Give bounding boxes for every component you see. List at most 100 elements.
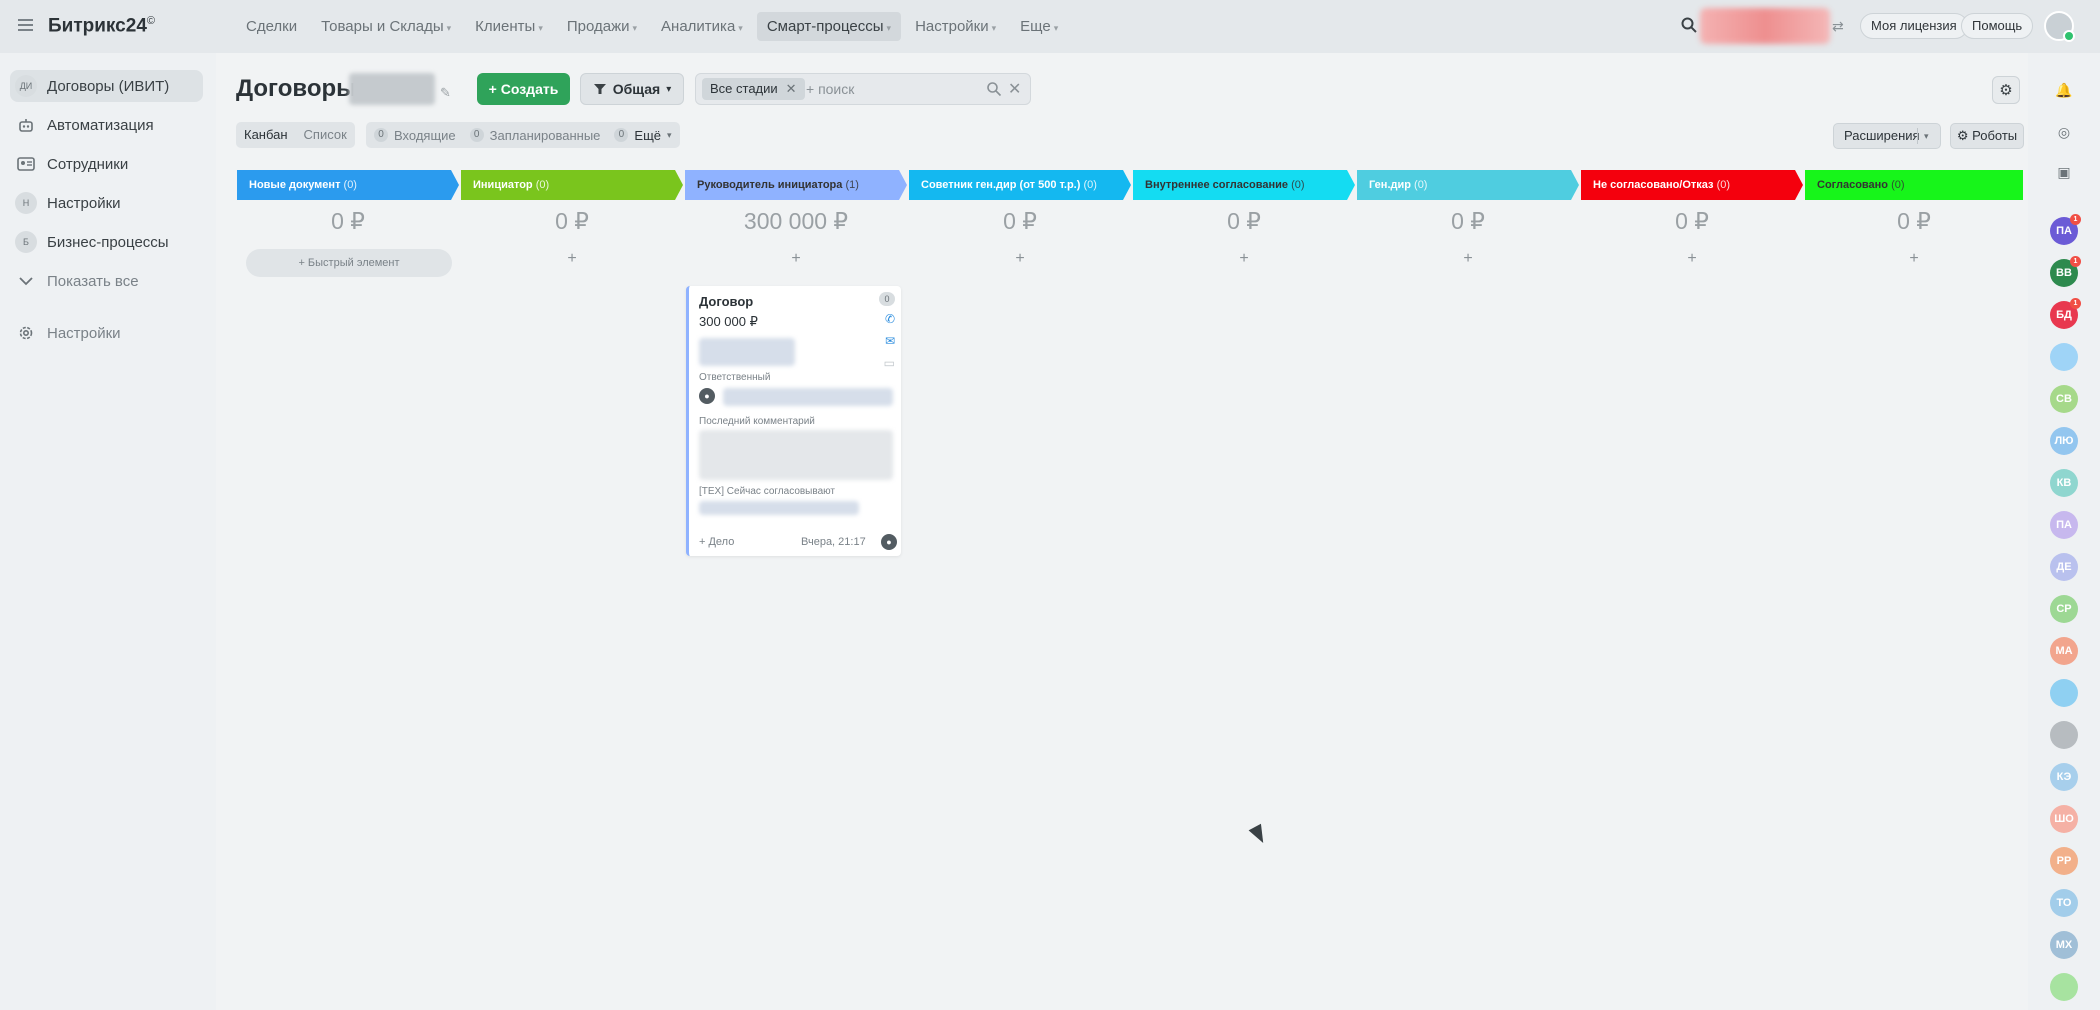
copilot-icon[interactable]: ◎ (2051, 119, 2077, 145)
contact-avatar[interactable] (2050, 973, 2078, 1001)
contact-avatar[interactable]: ПА (2050, 511, 2078, 539)
help-button[interactable]: Помощь (1961, 13, 2034, 39)
chat-icon[interactable]: ▭ (884, 356, 895, 370)
gear-icon[interactable]: ⚙ (1992, 76, 2020, 104)
topnav-clients[interactable]: Клиенты ▾ (465, 12, 553, 41)
mail-icon[interactable]: ✉ (885, 334, 895, 348)
sidebar-item-settings-n[interactable]: Н Настройки (10, 187, 203, 219)
search-filter-box[interactable]: Все стадии ✕ + поиск ✕ (695, 73, 1031, 105)
stage-header-internal[interactable]: Внутреннее согласование (0) (1133, 170, 1355, 200)
pin-icon[interactable]: ✎ (440, 85, 451, 101)
stage-header-new[interactable]: Новые документ (0) (237, 170, 459, 200)
add-item-button[interactable]: + (1581, 250, 1803, 268)
stage-header-rejected[interactable]: Не согласовано/Отказ (0) (1581, 170, 1803, 200)
tab-list[interactable]: Список (296, 122, 355, 148)
stage-header-advisor[interactable]: Советник ген.дир (от 500 т.р.) (0) (909, 170, 1131, 200)
activity-counters: 0 Входящие 0 Запланированные 0 Ещё ▾ (366, 122, 680, 148)
contact-avatar[interactable]: МХ (2050, 931, 2078, 959)
topnav-goods[interactable]: Товары и Склады ▾ (311, 12, 461, 41)
menu-icon[interactable] (18, 19, 33, 31)
my-license-button[interactable]: Моя лицензия (1860, 13, 1968, 39)
search-icon[interactable] (986, 81, 1002, 97)
robot-icon (15, 114, 37, 136)
add-item-button[interactable]: + (1805, 250, 2023, 268)
topnav-analytics[interactable]: Аналитика ▾ (651, 12, 753, 41)
contact-avatar[interactable] (2050, 721, 2078, 749)
topnav-smart-processes[interactable]: Смарт-процессы ▾ (756, 12, 902, 41)
view-switcher: Канбан Список (236, 122, 355, 148)
close-icon[interactable]: ✕ (786, 81, 797, 96)
contact-avatar[interactable]: ДЕ (2050, 553, 2078, 581)
left-sidebar: ДИ Договоры (ИВИТ) Автоматизация Сотрудн… (0, 53, 216, 1010)
user-name-blurred[interactable] (1700, 8, 1830, 44)
stage-sum: 0 ₽ (1897, 208, 1931, 234)
robots-button[interactable]: ⚙ Роботы (1950, 123, 2024, 149)
app-logo[interactable]: Битрикс24© (48, 15, 155, 37)
stage-header-approved[interactable]: Согласовано (0) (1805, 170, 2023, 200)
user-avatar[interactable] (2044, 11, 2075, 42)
contact-avatar[interactable] (2050, 679, 2078, 707)
phone-icon[interactable]: ✆ (885, 312, 895, 326)
counter-more[interactable]: 0 Ещё ▾ (614, 128, 672, 143)
sidebar-item-business-processes[interactable]: Б Бизнес-процессы (10, 226, 203, 258)
contact-avatar[interactable]: ЛЮ (2050, 427, 2078, 455)
topnav-sales[interactable]: Продажи ▾ (557, 12, 647, 41)
add-item-button[interactable]: + (909, 250, 1131, 268)
contact-avatar[interactable]: БД 1 (2050, 298, 2081, 329)
topnav-more[interactable]: Еще ▾ (1010, 12, 1068, 41)
stage-header-gendir[interactable]: Ген.дир (0) (1357, 170, 1579, 200)
contact-avatar[interactable]: ПА 1 (2050, 214, 2081, 245)
contact-avatar[interactable]: СВ (2050, 385, 2078, 413)
contact-avatar[interactable]: МА (2050, 637, 2078, 665)
settings-badge-icon: Н (15, 192, 37, 214)
contact-avatar[interactable] (2050, 343, 2078, 371)
sidebar-item-automation[interactable]: Автоматизация (10, 109, 203, 141)
contact-avatar[interactable]: ШО (2050, 805, 2078, 833)
counter-incoming[interactable]: 0 Входящие (374, 128, 456, 143)
contact-avatar[interactable]: КЭ (2050, 763, 2078, 791)
search-input[interactable]: + поиск (806, 81, 854, 97)
comment-blurred (699, 430, 893, 480)
user-icon[interactable]: ● (881, 534, 897, 550)
gear-icon (15, 322, 37, 344)
contact-avatar[interactable]: ТО (2050, 889, 2078, 917)
category-filter-button[interactable]: Общая ▾ (580, 73, 684, 105)
topnav-deals[interactable]: Сделки (236, 12, 307, 41)
add-item-button[interactable]: + (1357, 250, 1579, 268)
contact-avatar[interactable]: РР (2050, 847, 2078, 875)
card-title[interactable]: Договор (699, 294, 753, 309)
bell-icon[interactable]: 🔔 (2051, 77, 2077, 103)
contact-avatar[interactable]: КВ (2050, 469, 2078, 497)
tab-kanban[interactable]: Канбан (236, 122, 296, 148)
add-item-button[interactable]: + (461, 250, 683, 268)
stage-header-initiator[interactable]: Инициатор (0) (461, 170, 683, 200)
counter-planned[interactable]: 0 Запланированные (469, 128, 600, 143)
chevron-down-icon[interactable]: ▾ (1924, 124, 1929, 148)
messenger-icon[interactable]: ▣ (2051, 159, 2077, 185)
stage-filter-tag[interactable]: Все стадии ✕ (702, 78, 805, 100)
search-icon[interactable] (1680, 16, 1698, 34)
stage-sum: 0 ₽ (1451, 208, 1485, 234)
stage-header-head[interactable]: Руководитель инициатора (1) (685, 170, 907, 200)
topnav-settings[interactable]: Настройки ▾ (905, 12, 1006, 41)
add-item-button[interactable]: + (685, 250, 907, 268)
sidebar-item-contracts[interactable]: ДИ Договоры (ИВИТ) (10, 70, 203, 102)
sidebar-item-label: Показать все (47, 272, 139, 290)
contact-avatar[interactable]: СР (2050, 595, 2078, 623)
extensions-button[interactable]: Расширения ▾ (1833, 123, 1941, 149)
kanban-card[interactable]: Договор 300 000 ₽ 0 ✆ ✉ ▭ Ответственный … (686, 286, 901, 556)
sidebar-settings[interactable]: Настройки (10, 317, 203, 349)
add-item-button[interactable]: + (1133, 250, 1355, 268)
sidebar-item-employees[interactable]: Сотрудники (10, 148, 203, 180)
notification-badge: 1 (2070, 214, 2081, 225)
sidebar-item-label: Автоматизация (47, 116, 154, 134)
employees-icon (15, 153, 37, 175)
sidebar-show-all[interactable]: Показать все (10, 265, 203, 297)
contact-avatar[interactable]: ВВ 1 (2050, 256, 2081, 287)
swap-icon[interactable]: ⇄ (1832, 18, 1844, 35)
quick-add-button[interactable]: + Быстрый элемент (246, 249, 452, 277)
create-button[interactable]: + Создать (477, 73, 570, 105)
sidebar-item-label: Бизнес-процессы (47, 233, 169, 251)
add-activity-button[interactable]: + Дело (699, 536, 734, 548)
clear-icon[interactable]: ✕ (1008, 79, 1021, 99)
